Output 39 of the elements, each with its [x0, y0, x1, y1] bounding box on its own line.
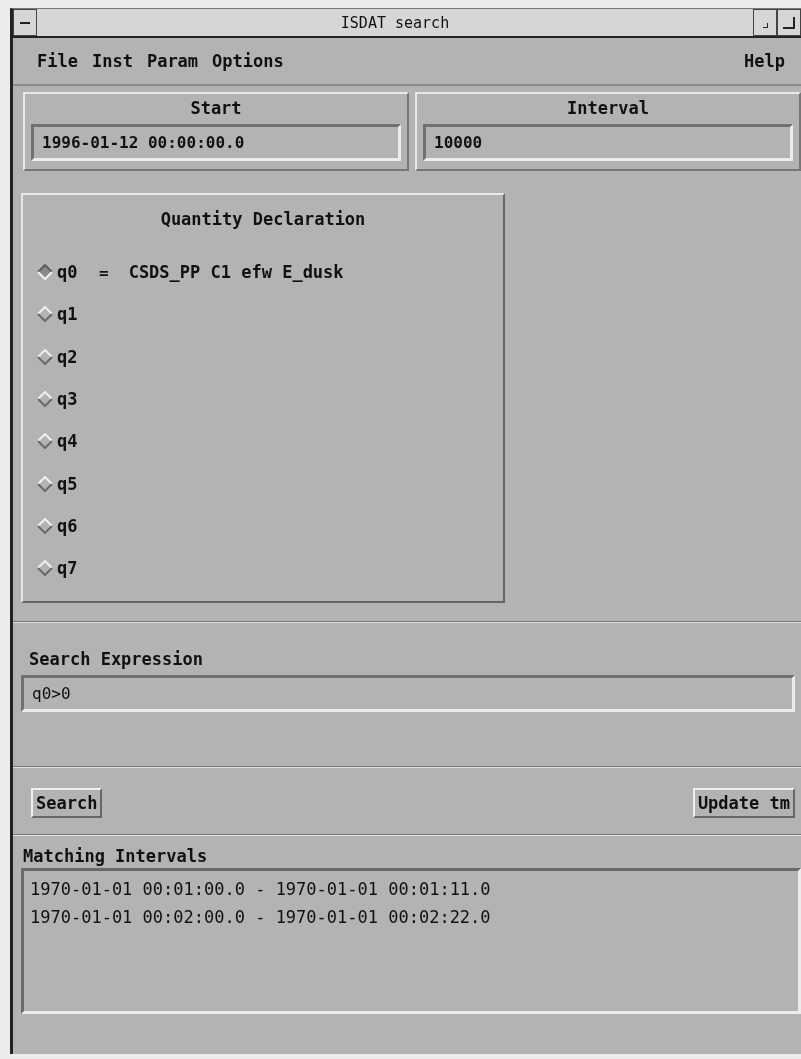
search-field[interactable]: q0>0	[21, 675, 795, 713]
start-label: Start	[189, 98, 243, 118]
results-label: Matching Intervals	[22, 846, 209, 867]
radio-button[interactable]	[37, 348, 53, 365]
quantity-label: q5	[57, 473, 79, 494]
quantity-title: Quantity Declaration	[159, 209, 367, 229]
quantity-label: q6	[57, 515, 79, 536]
menu-item[interactable]: Help	[744, 51, 785, 71]
quantity-label: q1	[57, 304, 79, 325]
window-menu-button[interactable]	[13, 9, 37, 36]
menu-item[interactable]: Inst	[91, 51, 133, 71]
menu-item[interactable]: Param	[146, 51, 199, 71]
start-field[interactable]: 1996-01-12 00:00:00.0	[31, 124, 401, 161]
radio-button[interactable]	[37, 475, 53, 492]
quantity-value: CSDS_PP C1 efw E_dusk	[128, 262, 344, 283]
menu-item[interactable]: Options	[212, 51, 284, 71]
update-button[interactable]: Update tm	[692, 788, 795, 819]
interval-field[interactable]: 10000	[423, 124, 793, 161]
quantity-label: q3	[57, 389, 79, 410]
menu-item[interactable]: File	[37, 51, 78, 71]
result-row[interactable]: 1970-01-01 00:02:00.0 - 1970-01-01 00:02:22.0	[30, 903, 792, 932]
radio-button[interactable]	[37, 306, 53, 323]
equals-sign: =	[99, 262, 109, 282]
window-title: ISDAT search	[339, 13, 451, 32]
maximize-button[interactable]	[777, 9, 801, 36]
radio-button[interactable]	[37, 517, 53, 534]
interval-label: Interval	[566, 98, 650, 118]
radio-button[interactable]	[37, 560, 53, 577]
search-label: Search Expression	[28, 649, 204, 670]
quantity-label: q7	[57, 558, 79, 579]
radio-button[interactable]	[37, 391, 53, 408]
minimize-button[interactable]	[753, 9, 777, 36]
quantity-label: q2	[57, 346, 79, 367]
radio-button[interactable]	[37, 433, 53, 450]
quantity-label: q4	[57, 431, 79, 452]
search-button[interactable]: Search	[31, 788, 103, 819]
quantity-label: q0	[57, 262, 79, 283]
radio-button[interactable]	[37, 264, 53, 281]
result-row[interactable]: 1970-01-01 00:01:00.0 - 1970-01-01 00:01:11.0	[30, 875, 792, 904]
